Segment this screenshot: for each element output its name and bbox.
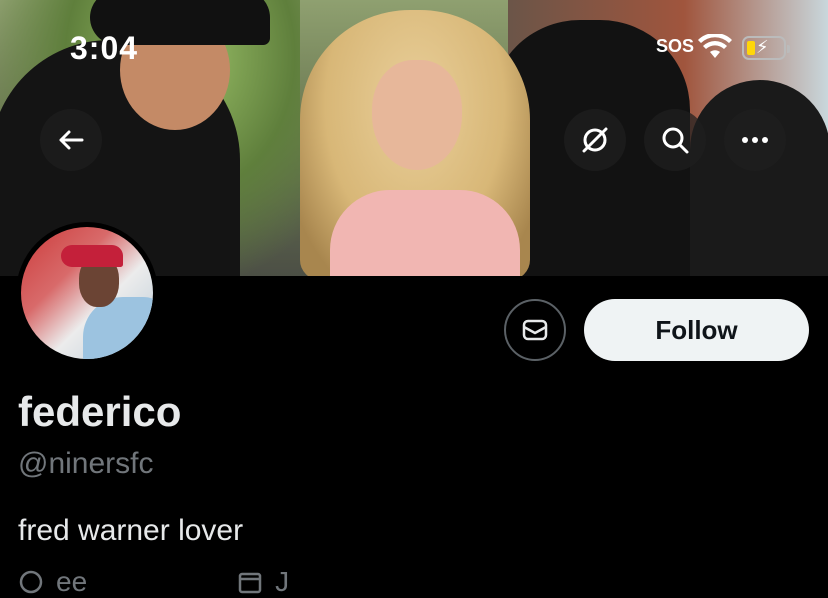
grok-icon xyxy=(582,127,608,153)
charging-bolt-icon: ⚡ xyxy=(756,37,769,57)
avatar-photo xyxy=(21,227,153,359)
status-sos: SOS xyxy=(656,36,695,56)
wifi-icon xyxy=(698,34,732,58)
display-name: federico xyxy=(18,388,182,435)
profile-handle: @ninersfc xyxy=(18,447,154,480)
banner-person-center-dress xyxy=(330,190,520,276)
more-button[interactable] xyxy=(724,109,786,171)
link-icon xyxy=(19,570,43,594)
battery-icon: ⚡ xyxy=(742,36,790,60)
mail-icon xyxy=(522,319,548,341)
follow-button[interactable]: Follow xyxy=(584,299,809,361)
joined-date: J xyxy=(275,566,290,597)
grok-button[interactable] xyxy=(564,109,626,171)
battery-level xyxy=(747,41,755,55)
back-button[interactable] xyxy=(40,109,102,171)
avatar-cap xyxy=(61,245,123,267)
battery-cap xyxy=(787,45,790,53)
message-button[interactable] xyxy=(504,299,566,361)
search-button[interactable] xyxy=(644,109,706,171)
search-icon xyxy=(662,127,689,154)
arrow-left-icon xyxy=(59,130,84,150)
calendar-icon xyxy=(238,572,262,594)
profile-avatar[interactable] xyxy=(16,222,158,364)
profile-bio: fred warner lover xyxy=(18,514,244,547)
profile-link[interactable]: ee xyxy=(56,566,87,598)
status-time: 3:04 xyxy=(70,30,139,66)
status-bar: 3:04 SOS ⚡ xyxy=(0,0,828,100)
profile-meta-row: ee J xyxy=(18,566,289,598)
more-icon xyxy=(742,137,768,143)
